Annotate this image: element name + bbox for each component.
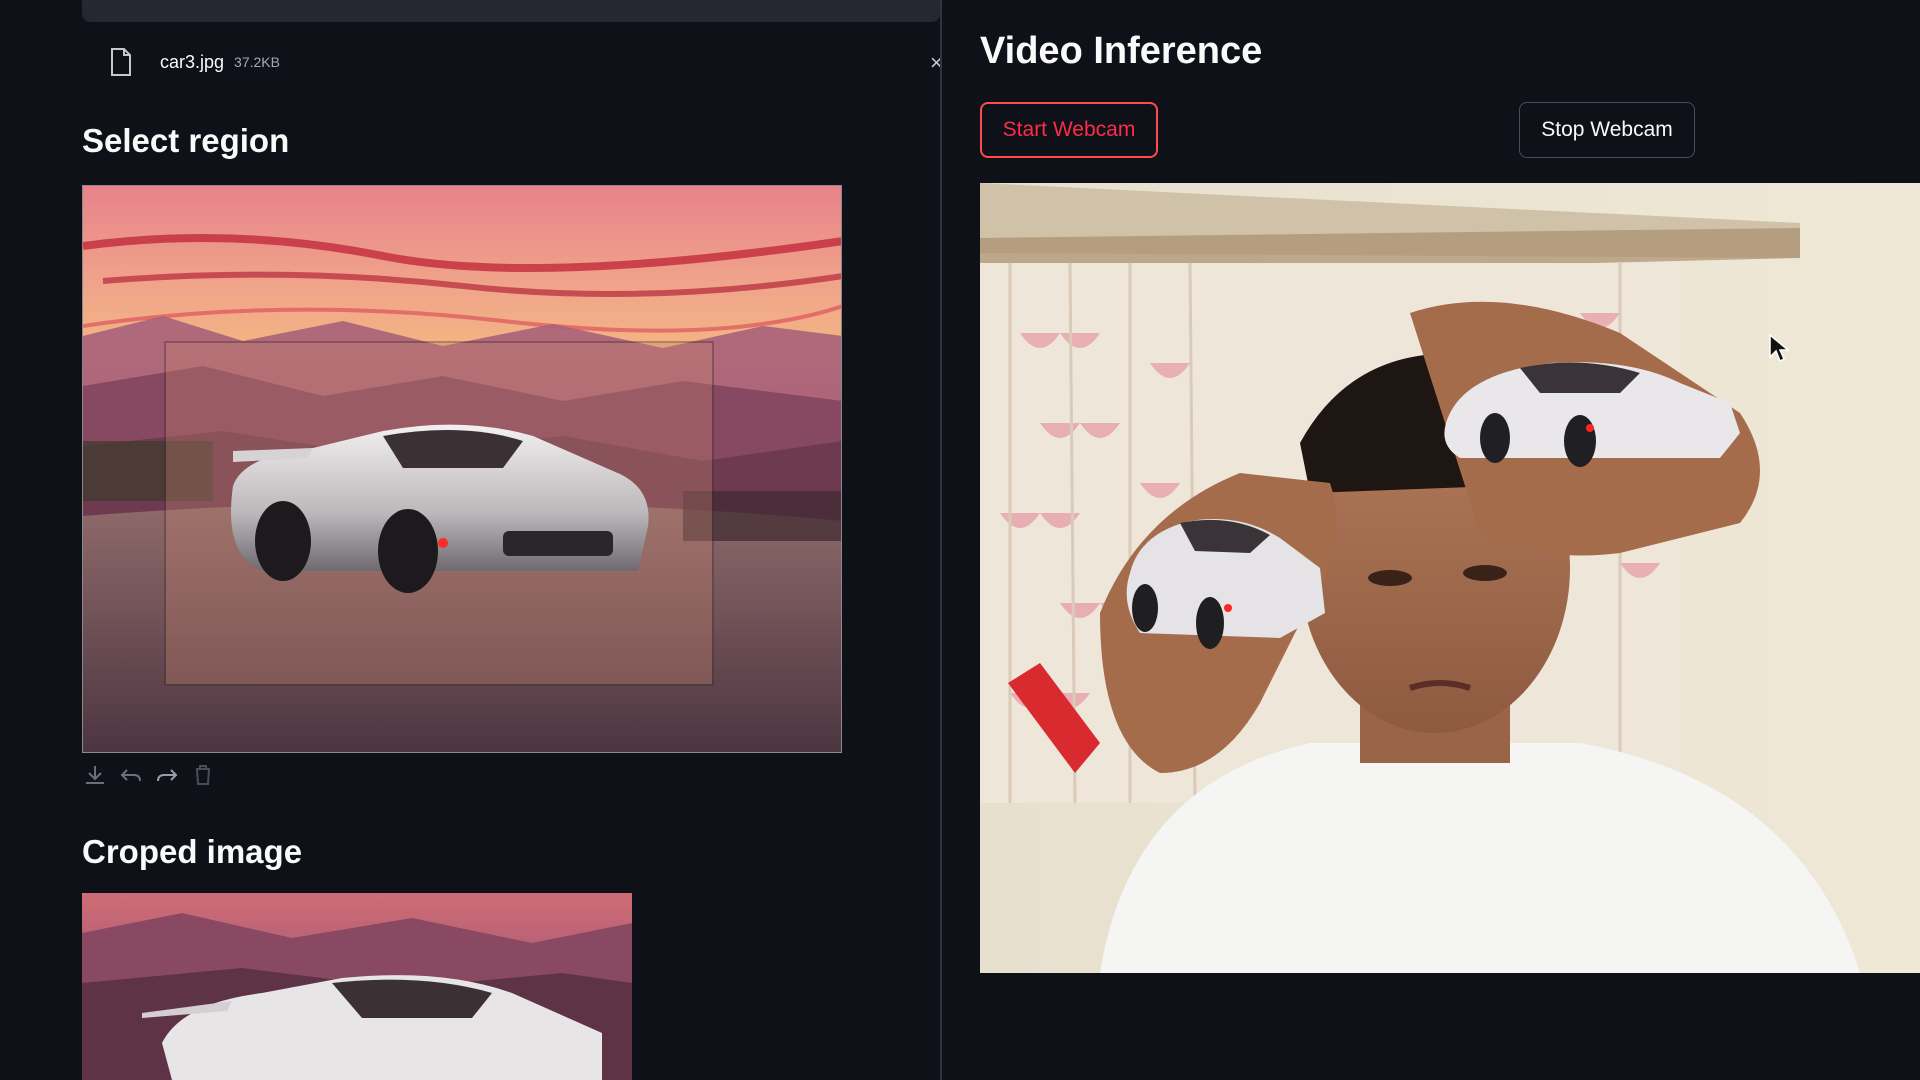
download-icon[interactable]: [82, 762, 108, 788]
trash-icon[interactable]: [190, 762, 216, 788]
file-uploader-dropzone[interactable]: [82, 0, 940, 22]
file-size: 37.2KB: [234, 54, 280, 70]
webcam-video-frame: [980, 183, 1920, 973]
undo-icon[interactable]: [118, 762, 144, 788]
mouse-cursor-icon: [1769, 333, 1790, 363]
app-root: car3.jpg 37.2KB × Select region Croped i…: [0, 0, 1920, 1080]
file-icon: [111, 48, 131, 76]
redo-icon[interactable]: [154, 762, 180, 788]
cropped-image-heading: Croped image: [82, 833, 303, 870]
left-panel: car3.jpg 37.2KB × Select region Croped i…: [0, 0, 943, 1080]
start-webcam-button[interactable]: Start Webcam: [980, 102, 1158, 158]
file-name: car3.jpg: [160, 51, 225, 72]
canvas-toolbar: [82, 762, 216, 788]
stop-webcam-button[interactable]: Stop Webcam: [1519, 102, 1695, 158]
crop-canvas[interactable]: [82, 185, 842, 753]
car-scene-image: [83, 186, 841, 752]
video-inference-title: Video Inference: [980, 30, 1263, 72]
cropped-image: [82, 893, 632, 1080]
uploaded-file-row: car3.jpg 37.2KB: [110, 44, 280, 80]
select-region-heading: Select region: [82, 122, 290, 159]
